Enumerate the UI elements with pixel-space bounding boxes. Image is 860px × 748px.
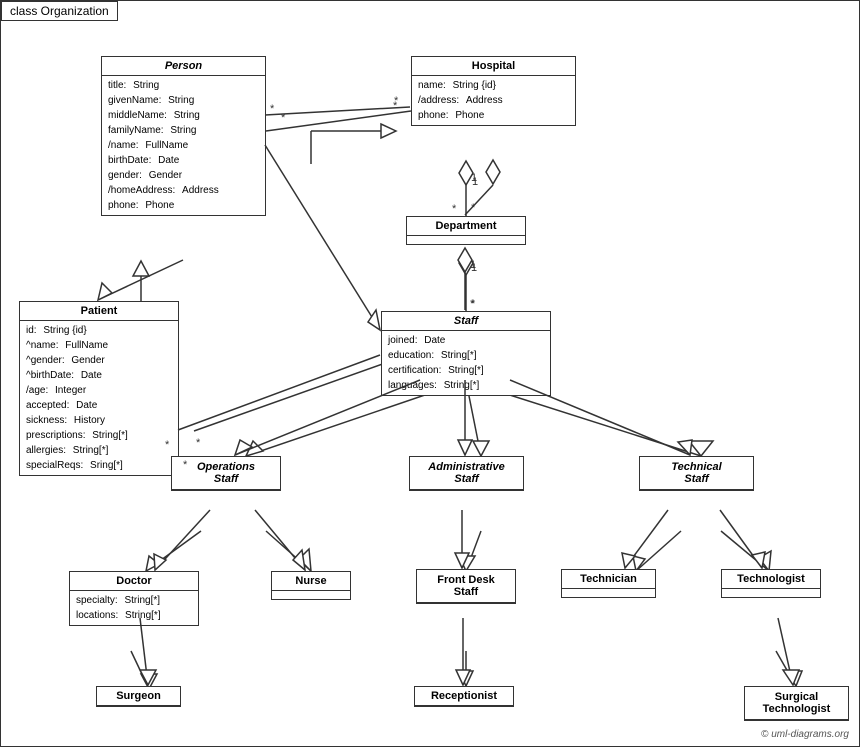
hospital-class-attrs: name: String {id} /address: Address phon… (412, 76, 575, 125)
technician-class-name: Technician (562, 570, 655, 589)
nurse-class-name: Nurse (272, 572, 350, 591)
surgical-technologist-name: SurgicalTechnologist (745, 687, 848, 720)
diagram-container: class Organization * * 1 * 1 * (0, 0, 860, 747)
staff-class: Staff joined: Date education: String[*] … (381, 311, 551, 396)
surgeon-class-name: Surgeon (97, 687, 180, 706)
doctor-class: Doctor specialty: String[*] locations: S… (69, 571, 199, 626)
administrative-staff-name: AdministrativeStaff (410, 457, 523, 490)
staff-class-name: Staff (382, 312, 550, 331)
surgical-technologist-class: SurgicalTechnologist (744, 686, 849, 721)
front-desk-staff-class: Front DeskStaff (416, 569, 516, 604)
hospital-class-name: Hospital (412, 57, 575, 76)
technical-staff-name: TechnicalStaff (640, 457, 753, 490)
svg-text:*: * (393, 100, 398, 112)
svg-text:*: * (281, 112, 286, 124)
front-desk-staff-name: Front DeskStaff (417, 570, 515, 603)
nurse-class: Nurse (271, 571, 351, 600)
operations-staff-class: OperationsStaff (171, 456, 281, 491)
svg-text:*: * (471, 298, 476, 310)
technologist-class: Technologist (721, 569, 821, 598)
technologist-class-name: Technologist (722, 570, 820, 589)
diagram-title: class Organization (1, 1, 118, 21)
patient-class-attrs: id: String {id} ^name: FullName ^gender:… (20, 321, 178, 475)
doctor-class-name: Doctor (70, 572, 198, 591)
department-class-attrs (407, 236, 525, 244)
svg-text:1: 1 (471, 262, 477, 274)
patient-class: Patient id: String {id} ^name: FullName … (19, 301, 179, 476)
patient-class-name: Patient (20, 302, 178, 321)
receptionist-class: Receptionist (414, 686, 514, 707)
technician-class: Technician (561, 569, 656, 598)
person-class: Person title: String givenName: String m… (101, 56, 266, 216)
copyright: © uml-diagrams.org (761, 729, 849, 740)
operations-staff-name: OperationsStaff (172, 457, 280, 490)
svg-text:*: * (196, 437, 201, 449)
hospital-class: Hospital name: String {id} /address: Add… (411, 56, 576, 126)
department-class: Department (406, 216, 526, 245)
doctor-class-attrs: specialty: String[*] locations: String[*… (70, 591, 198, 625)
technical-staff-class: TechnicalStaff (639, 456, 754, 491)
surgeon-class: Surgeon (96, 686, 181, 707)
person-class-attrs: title: String givenName: String middleNa… (102, 76, 265, 215)
receptionist-class-name: Receptionist (415, 687, 513, 706)
staff-class-attrs: joined: Date education: String[*] certif… (382, 331, 550, 395)
administrative-staff-class: AdministrativeStaff (409, 456, 524, 491)
svg-text:1: 1 (471, 172, 477, 184)
department-class-name: Department (407, 217, 525, 236)
svg-text:*: * (471, 202, 476, 214)
person-class-name: Person (102, 57, 265, 76)
